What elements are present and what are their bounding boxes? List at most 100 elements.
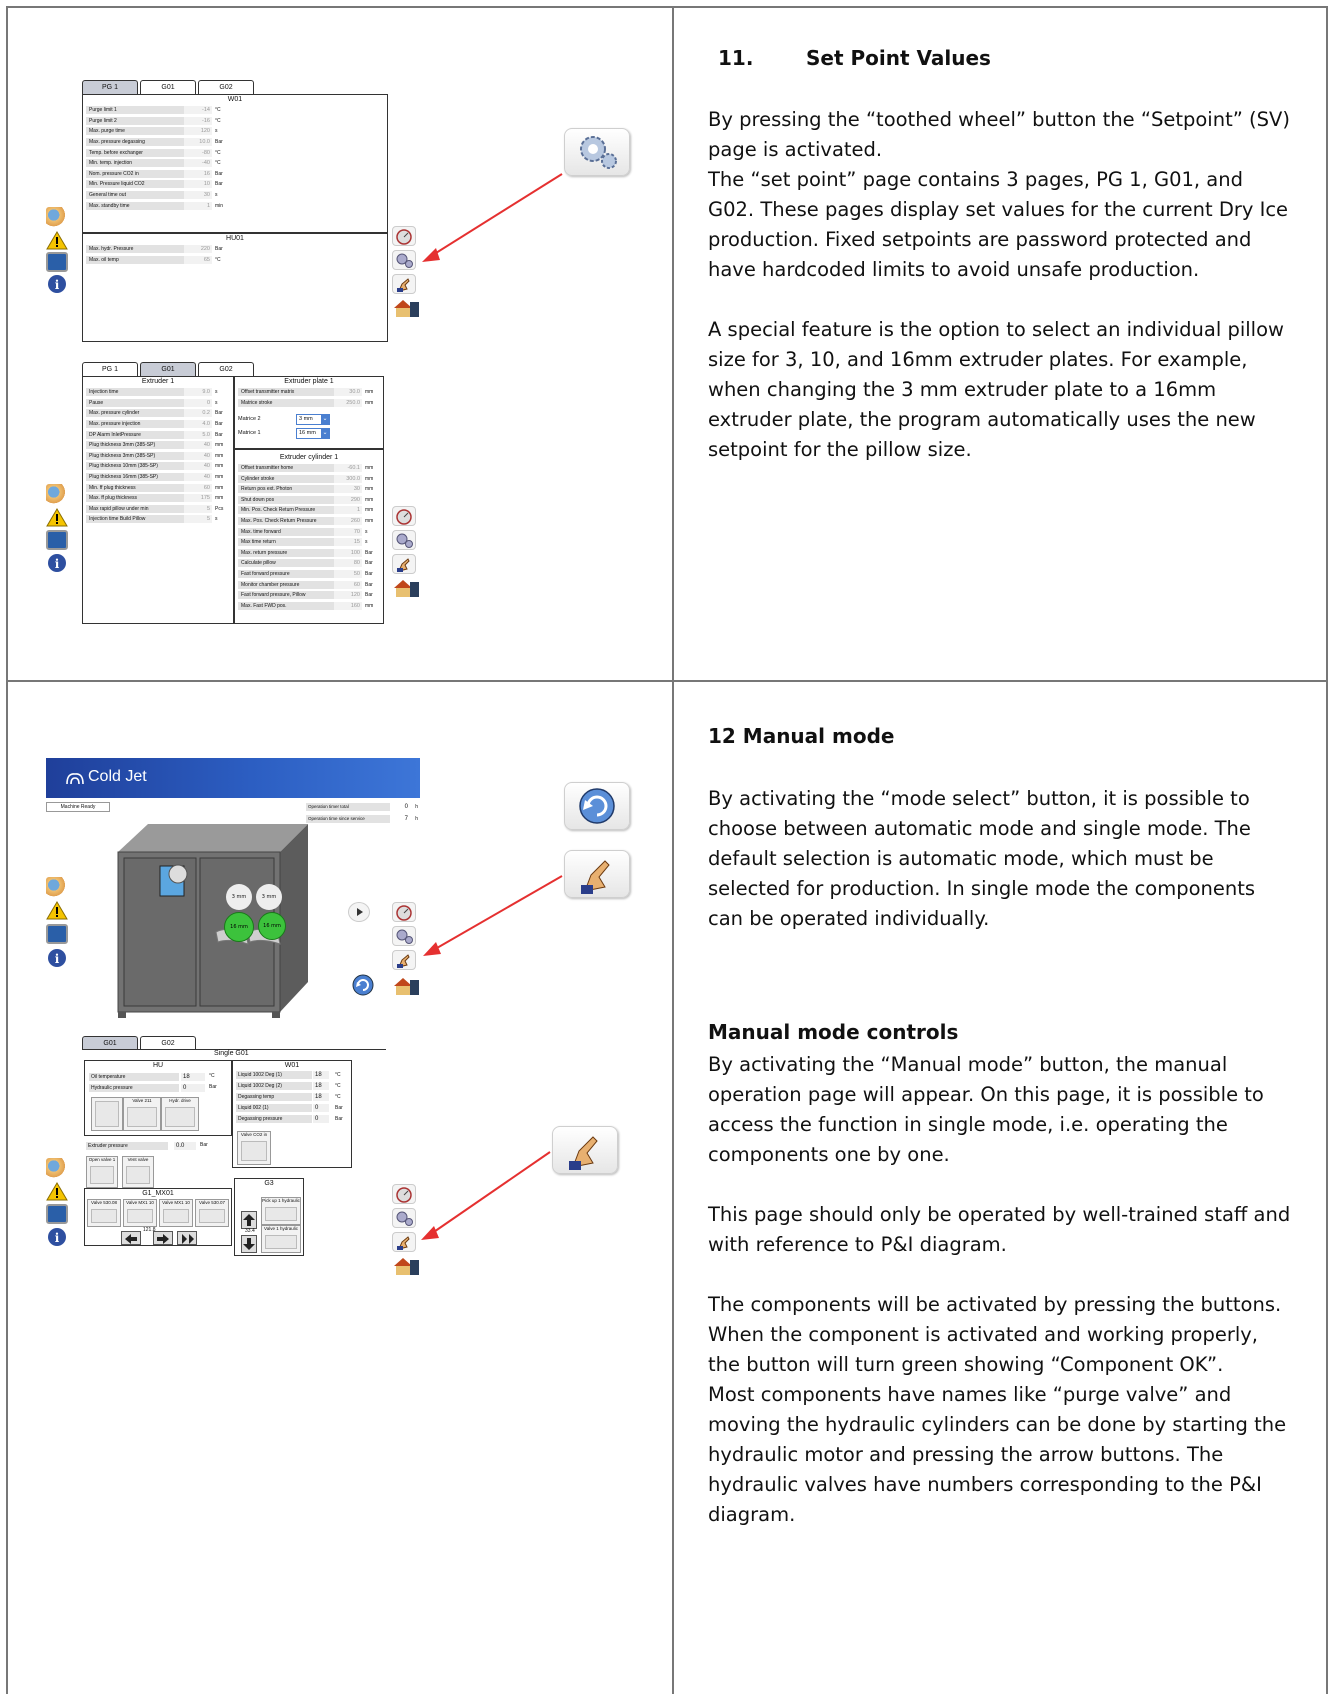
setpoint-value[interactable]: 0 [184,398,212,407]
home-button[interactable] [392,298,419,318]
setpoint-value[interactable]: 100 [334,548,362,557]
home-button[interactable] [392,1256,419,1276]
setpoint-value[interactable]: 220 [184,245,212,254]
hand-button[interactable] [392,1232,416,1252]
tab-pg1[interactable]: PG 1 [82,80,138,94]
setpoint-value[interactable]: -80 [184,148,212,157]
setpoint-value[interactable]: 30 [334,485,362,494]
mode-select-button-large[interactable] [564,782,630,830]
setpoint-value[interactable]: 0.2 [184,409,212,418]
setpoint-value[interactable]: 30.0 [334,388,362,397]
users-icon[interactable] [46,484,68,504]
control-panel-icon[interactable] [46,530,68,550]
setpoint-value[interactable]: 9.0 [184,388,212,397]
warning-icon[interactable] [46,900,68,920]
arrow-fast-right-button[interactable] [177,1231,197,1245]
setpoint-value[interactable]: -14 [184,106,212,115]
warning-icon[interactable] [46,230,68,250]
gauge-button[interactable] [392,506,416,526]
hand-button[interactable] [392,554,416,574]
setpoint-value[interactable]: 70 [334,527,362,536]
gauge-button[interactable] [392,226,416,246]
control-panel-icon[interactable] [46,1204,68,1224]
setpoint-value[interactable]: 50 [334,569,362,578]
setpoint-value[interactable]: 40 [184,462,212,471]
chevron-down-icon[interactable]: ⌄ [321,428,329,438]
nozzle-button[interactable]: 16 mm [258,912,286,940]
setpoint-value[interactable]: 40 [184,441,212,450]
mode-select-button[interactable] [352,974,374,996]
setpoint-value[interactable]: 120 [334,591,362,600]
setpoint-value[interactable]: 260 [334,516,362,525]
home-button[interactable] [392,578,419,598]
tab-g01[interactable]: G01 [82,1036,138,1050]
valve-211-button[interactable]: Valve 211 [123,1097,161,1131]
gear-button[interactable] [392,1208,416,1228]
users-icon[interactable] [46,877,68,897]
valve-button[interactable]: Valve 530.08 [87,1199,121,1227]
hand-button[interactable] [392,274,416,294]
gauge-button[interactable] [392,902,416,922]
setpoint-value[interactable]: 120 [184,127,212,136]
arrow-left-button[interactable] [121,1231,141,1245]
setpoint-value[interactable]: 5 [184,515,212,524]
manual-mode-button-large[interactable] [564,850,630,898]
hand-button[interactable] [392,950,416,970]
valve-button[interactable]: Valve MX1 10 [159,1199,193,1227]
setpoint-value[interactable]: -40 [184,159,212,168]
matrice-select[interactable]: 16 mm ⌄ [296,427,330,439]
setpoint-value[interactable]: 65 [184,255,212,264]
setpoint-value[interactable]: 40 [184,451,212,460]
setpoint-value[interactable]: 16 [184,169,212,178]
gauge-button[interactable] [392,1184,416,1204]
info-icon[interactable]: i [46,948,68,968]
setpoint-value[interactable]: 175 [184,494,212,503]
valve-button[interactable]: Valve 530.07 [195,1199,229,1227]
setpoint-value[interactable]: 5 [184,504,212,513]
control-panel-icon[interactable] [46,924,68,944]
setpoint-value[interactable]: 30 [184,191,212,200]
setpoint-value[interactable]: 5.0 [184,430,212,439]
setpoint-value[interactable]: 1 [334,506,362,515]
hydr-drive-button[interactable]: Hydr. drive [161,1097,199,1131]
setpoint-value[interactable]: 160 [334,601,362,610]
warning-icon[interactable] [46,507,68,527]
open-valve-button[interactable]: Open valve 1 [86,1156,118,1188]
setpoint-value[interactable]: 80 [334,559,362,568]
gear-button[interactable] [392,926,416,946]
arrow-down-button[interactable] [241,1235,257,1253]
users-icon[interactable] [46,207,68,227]
setpoint-value[interactable]: 60 [184,483,212,492]
play-button[interactable] [348,902,370,922]
tab-g01[interactable]: G01 [140,80,196,94]
setpoint-value[interactable]: 300.0 [334,474,362,483]
home-button[interactable] [392,976,419,996]
setpoint-value[interactable]: -60.1 [334,463,362,472]
warning-icon[interactable] [46,1181,68,1201]
setpoint-value[interactable]: 10 [184,180,212,189]
setpoint-value[interactable]: 1 [184,201,212,210]
pick-up-hydraulic-button[interactable]: Pick up 1 hydraulic [261,1197,301,1225]
setpoint-value[interactable]: -16 [184,116,212,125]
tab-g02[interactable]: G02 [198,80,254,94]
setpoint-value[interactable]: 250.0 [334,398,362,407]
chevron-down-icon[interactable]: ⌄ [321,414,329,424]
nozzle-button[interactable]: 16 mm [224,912,254,942]
control-panel-icon[interactable] [46,252,68,272]
tab-pg1[interactable]: PG 1 [82,362,138,376]
matrice-select[interactable]: 3 mm ⌄ [296,413,330,425]
tab-g02[interactable]: G02 [198,362,254,376]
valve-co2-in-button[interactable]: Valve CO2 in [237,1131,271,1165]
setpoint-value[interactable]: 290 [334,495,362,504]
info-icon[interactable]: i [46,274,68,294]
component-button[interactable] [91,1097,123,1131]
info-icon[interactable]: i [46,1227,68,1247]
gear-button-large[interactable] [564,128,630,176]
manual-mode-button-large[interactable] [552,1126,618,1174]
info-icon[interactable]: i [46,553,68,573]
setpoint-value[interactable]: 40 [184,473,212,482]
tab-g01[interactable]: G01 [140,362,196,376]
setpoint-value[interactable]: 4.0 [184,420,212,429]
gear-button[interactable] [392,250,416,270]
tab-g02[interactable]: G02 [140,1036,196,1050]
